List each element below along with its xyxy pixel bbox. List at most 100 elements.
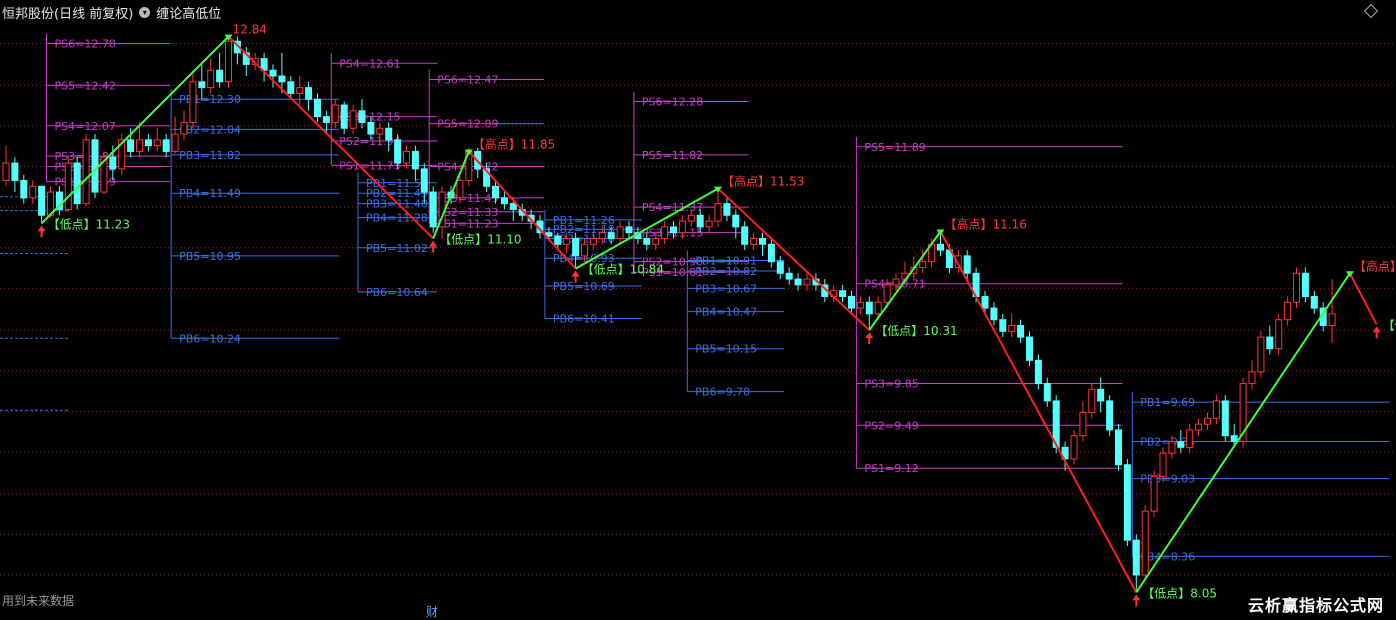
candle-body bbox=[661, 226, 669, 239]
candle-body bbox=[1328, 313, 1336, 327]
candle-body bbox=[687, 214, 695, 222]
candle-body bbox=[1106, 400, 1114, 431]
candle-body bbox=[91, 139, 99, 193]
candle-body bbox=[358, 110, 366, 123]
candle-body bbox=[500, 197, 508, 205]
candle-body bbox=[11, 162, 19, 181]
ps-level-label: PS6=12.28 bbox=[642, 96, 703, 109]
pb-level-label: PB5=10.95 bbox=[179, 250, 241, 263]
candle-body bbox=[1141, 510, 1149, 576]
candle-body bbox=[349, 110, 357, 129]
candle-body bbox=[198, 81, 206, 89]
stock-title[interactable]: 恒邦股份(日线 前复权) bbox=[2, 3, 133, 22]
candle-body bbox=[64, 162, 72, 210]
candle-body bbox=[269, 69, 277, 77]
ps-level-label: PS1=11.23 bbox=[437, 217, 498, 230]
low-point-label: 【低点】 bbox=[1383, 318, 1396, 332]
candle-body bbox=[420, 168, 428, 193]
candle-body bbox=[750, 237, 758, 245]
candle-body bbox=[509, 203, 517, 210]
candle-body bbox=[394, 139, 402, 164]
pb-level-label: PB6=9.78 bbox=[695, 386, 750, 399]
candle-body bbox=[1008, 325, 1016, 332]
candle-body bbox=[109, 156, 117, 170]
candle-body bbox=[678, 220, 686, 234]
ps-level-label: PS3=9.85 bbox=[864, 378, 918, 391]
candle-body bbox=[331, 104, 339, 123]
candle-body bbox=[1150, 475, 1158, 512]
candle-body bbox=[367, 121, 375, 135]
ps-level-label: PS3=11.45 bbox=[437, 192, 498, 205]
candle-body bbox=[1301, 272, 1309, 297]
candle-body bbox=[38, 185, 46, 216]
candle-body bbox=[1186, 429, 1194, 448]
high-point-label: 【高点】10.8 bbox=[1354, 258, 1396, 273]
candle-body bbox=[1132, 539, 1140, 576]
candle-body bbox=[732, 214, 740, 228]
candle-body bbox=[652, 237, 660, 245]
candle-body bbox=[1159, 452, 1167, 477]
candle-body bbox=[216, 69, 224, 83]
pb-level-label: PB5=10.69 bbox=[553, 280, 615, 293]
candle-body bbox=[785, 272, 793, 280]
pb-level-label: PB3=10.67 bbox=[695, 282, 757, 295]
candle-body bbox=[554, 235, 562, 245]
ps-level-label: PS5=11.89 bbox=[864, 141, 925, 154]
candle-body bbox=[1293, 272, 1300, 303]
candle-body bbox=[1204, 417, 1211, 425]
candlestick-chart: PS6=12.78PS5=12.42PS4=12.07PS3=11.81PS2=… bbox=[0, 23, 1396, 607]
pb-level-label: PB3=11.82 bbox=[179, 149, 241, 162]
high-point-label: 【高点】11.16 bbox=[945, 217, 1027, 232]
indicator-name[interactable]: 缠论高低位 bbox=[156, 3, 221, 22]
candle-body bbox=[162, 139, 170, 152]
candle-body bbox=[1043, 383, 1051, 402]
candle-body bbox=[305, 87, 313, 100]
ps-level-label: PS4=12.07 bbox=[55, 120, 116, 133]
candle-body bbox=[127, 139, 135, 152]
candle-body bbox=[1115, 429, 1122, 466]
candle-body bbox=[1026, 336, 1033, 361]
low-arrow-icon bbox=[865, 332, 874, 345]
candle-body bbox=[1088, 388, 1096, 414]
candle-body bbox=[963, 255, 971, 274]
candle-body bbox=[990, 307, 998, 321]
candle-body bbox=[616, 226, 624, 239]
ps-level-label: PS3=12.15 bbox=[339, 111, 400, 124]
candle-body bbox=[1275, 319, 1283, 350]
candle-body bbox=[670, 226, 677, 234]
candle-body bbox=[999, 319, 1007, 332]
candle-body bbox=[892, 278, 900, 286]
candle-body bbox=[385, 127, 393, 141]
candle-body bbox=[340, 104, 348, 129]
candle-body bbox=[1284, 301, 1292, 321]
candle-body bbox=[572, 237, 580, 257]
pb-level-label: PB3=11.40 bbox=[366, 198, 428, 211]
candle-body bbox=[2, 162, 10, 181]
candle-body bbox=[29, 185, 37, 199]
chart-title-bar: 恒邦股份(日线 前复权) ▾ 缠论高低位 bbox=[2, 3, 221, 22]
candle-body bbox=[82, 139, 90, 205]
candle-body bbox=[767, 243, 775, 263]
candle-body bbox=[598, 232, 606, 239]
candle-body bbox=[919, 261, 927, 268]
candle-body bbox=[314, 98, 321, 118]
candle-body bbox=[376, 127, 384, 135]
candle-body bbox=[144, 139, 152, 147]
pb-level-label: PB2=10.82 bbox=[695, 265, 757, 278]
pb-level-label: PB1=9.69 bbox=[1140, 396, 1195, 409]
candle-body bbox=[1123, 464, 1131, 541]
finance-mark[interactable]: 财 bbox=[426, 603, 438, 620]
candle-body bbox=[322, 116, 330, 123]
zigzag-segment bbox=[1349, 272, 1378, 325]
ps-level-label: PS4=12.61 bbox=[339, 57, 400, 70]
indicator-toggle-icon[interactable]: ▾ bbox=[139, 7, 151, 18]
candle-body bbox=[759, 237, 766, 245]
ps-level-label: PS5=11.82 bbox=[642, 149, 703, 162]
ps-level-label: PS5=12.42 bbox=[55, 79, 116, 92]
level-lines: PS6=12.78PS5=12.42PS4=12.07PS3=11.81PS2=… bbox=[0, 33, 1390, 563]
low-arrow-icon bbox=[1372, 326, 1381, 339]
low-arrow-icon bbox=[37, 225, 46, 238]
candle-body bbox=[1212, 400, 1220, 419]
candle-body bbox=[287, 81, 295, 94]
high-point-label: 【高点】11.85 bbox=[473, 136, 555, 151]
